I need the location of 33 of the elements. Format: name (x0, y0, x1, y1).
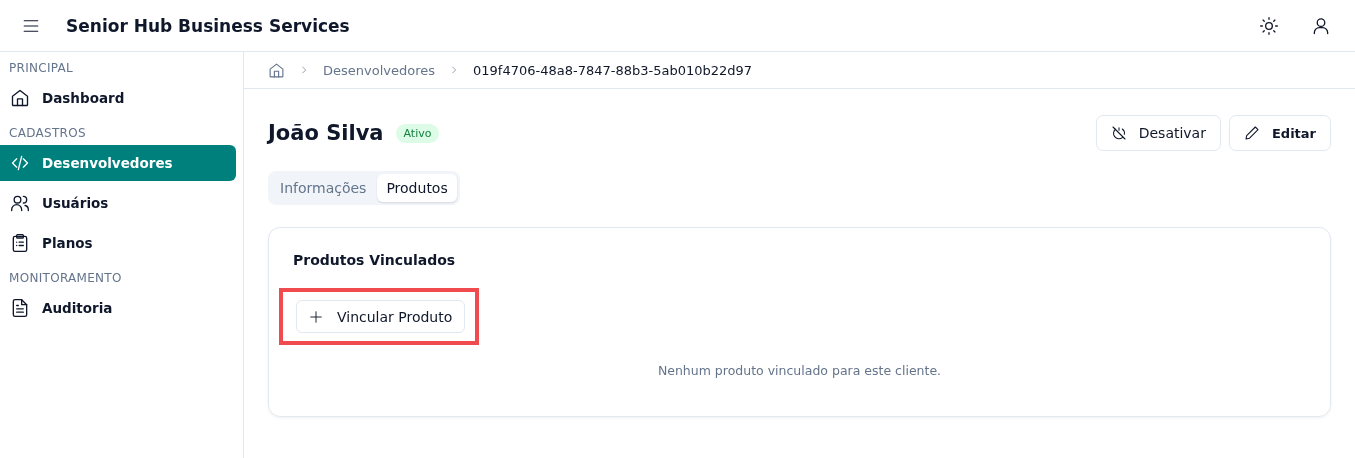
document-icon (10, 298, 30, 318)
sidebar-item[interactable]: Auditoria (0, 290, 236, 326)
section-heading: PRINCIPAL (8, 61, 75, 75)
home-icon[interactable] (268, 61, 285, 79)
chevron-icon (299, 65, 309, 75)
sidebar-item[interactable]: Desenvolvedores (0, 145, 236, 181)
card-title: Produtos Vinculados (293, 252, 457, 268)
sidebar-item[interactable]: Usuários (0, 185, 236, 221)
empty-message: Nenhum produto vinculado para este cliente. (656, 363, 943, 378)
chevron-icon (449, 65, 459, 75)
section-heading: MONITORAMENTO (8, 271, 123, 285)
edit-button[interactable]: Editar (1228, 115, 1331, 151)
section-heading: CADASTROS (8, 126, 87, 140)
clipboard-icon (10, 233, 30, 253)
code-icon (10, 153, 30, 173)
users-icon (10, 193, 30, 213)
home-icon (10, 88, 30, 108)
deactivate-button[interactable]: Desativar (1095, 115, 1221, 151)
link-product-button[interactable]: Vincular Produto (296, 300, 466, 333)
pencil-icon (1243, 125, 1260, 141)
app-title: Senior Hub Business Services (66, 15, 351, 36)
plus-icon (309, 309, 323, 324)
status-badge: Ativo (395, 123, 440, 143)
breadcrumb-link[interactable]: Desenvolvedores (323, 62, 435, 78)
sidebar-item[interactable]: Planos (0, 225, 236, 261)
tab[interactable]: Produtos (377, 174, 457, 202)
theme-sun-icon[interactable] (1259, 15, 1279, 36)
user-icon[interactable] (1311, 15, 1331, 36)
page-title: João Silva (268, 121, 384, 145)
breadcrumb-current: 019f4706-48a8-7847-88b3-5ab010b22d97 (473, 62, 753, 78)
tab[interactable]: Informações (271, 174, 376, 202)
sidebar-item[interactable]: Dashboard (0, 80, 236, 116)
power-off-icon (1110, 125, 1127, 141)
